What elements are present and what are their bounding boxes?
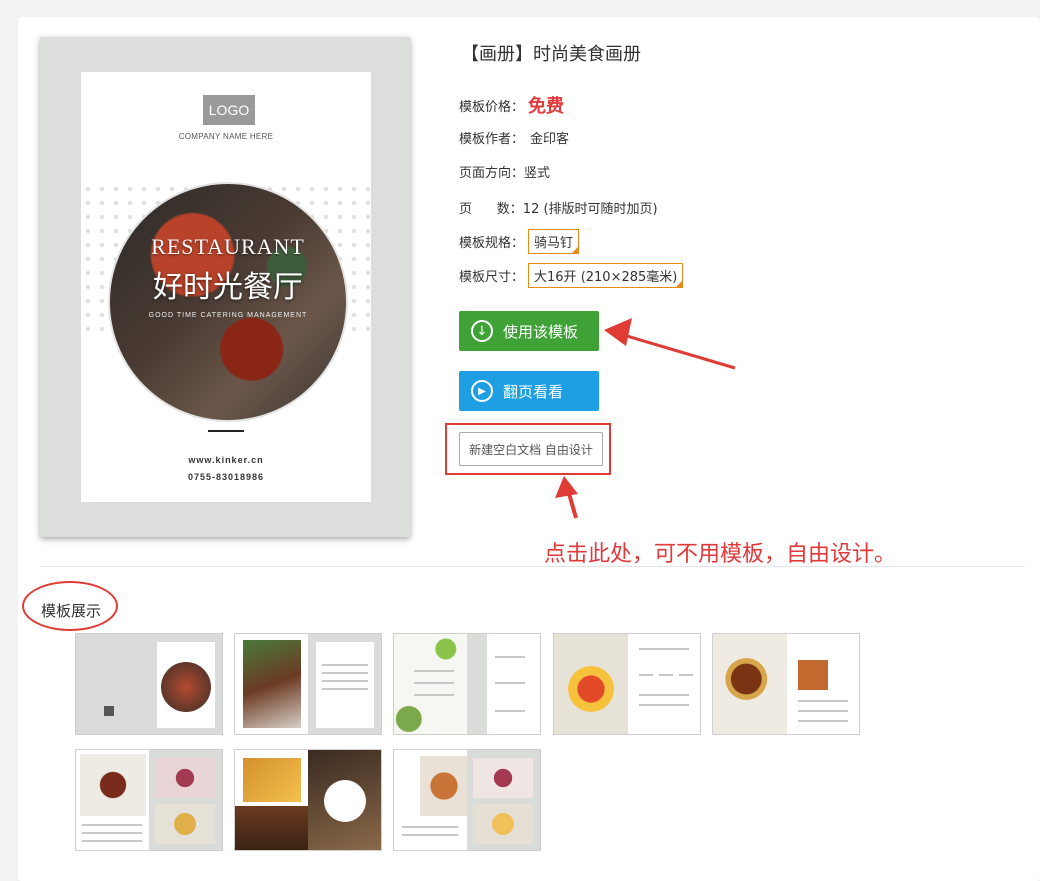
thumbnail-page-5[interactable] [712, 633, 860, 735]
cover-logo: LOGO [203, 95, 255, 125]
thumbnail-page-7[interactable] [234, 749, 382, 851]
thumbnail-page-1[interactable] [75, 633, 223, 735]
use-template-label: 使用该模板 [503, 322, 579, 341]
pages-value: 12 (排版时可随时加页) [522, 202, 658, 217]
product-title: 【画册】时尚美食画册 [461, 44, 641, 65]
thumbnail-page-4[interactable] [553, 633, 701, 735]
download-icon: ↓ [471, 320, 493, 342]
annotation-note: 点击此处，可不用模板，自由设计。 [544, 542, 897, 567]
hero-title-cn: 好时光餐厅 [153, 270, 303, 305]
thumbnail-page-2[interactable] [234, 633, 382, 735]
size-row: 模板尺寸： 大16开 (210×285毫米) [459, 263, 684, 288]
hero-title-en: RESTAURANT [151, 234, 305, 259]
flip-view-label: 翻页看看 [503, 382, 564, 401]
cover-phone: 0755-83018986 [187, 472, 265, 482]
orientation-value: 竖式 [524, 166, 551, 181]
thumbnail-page-8[interactable] [393, 749, 541, 851]
cover-page: LOGO COMPANY NAME HERE RESTAURANT 好时光餐厅 … [81, 72, 371, 502]
author-value: 金印客 [530, 132, 570, 147]
price-label: 模板价格： [459, 99, 525, 115]
pages-row: 页 数： 12 (排版时可随时加页) [459, 198, 658, 217]
divider-line [208, 430, 244, 432]
section-title: 模板展示 [41, 602, 102, 620]
thumbnail-page-6[interactable] [75, 749, 223, 851]
size-option[interactable]: 大16开 (210×285毫米) [528, 263, 684, 288]
cover-website: www.kinker.cn [188, 455, 264, 465]
author-label: 模板作者： [459, 132, 525, 147]
author-row: 模板作者： 金印客 [459, 128, 569, 147]
cover-preview[interactable]: LOGO COMPANY NAME HERE RESTAURANT 好时光餐厅 … [40, 37, 410, 537]
flip-view-button[interactable]: ▶ 翻页看看 [459, 371, 599, 411]
blank-document-button[interactable]: 新建空白文档 自由设计 [459, 432, 603, 466]
thumbnail-page-3[interactable] [393, 633, 541, 735]
price-value: 免费 [528, 96, 565, 117]
size-label: 模板尺寸： [459, 270, 525, 285]
pages-label: 页 数： [459, 202, 523, 217]
spec-label: 模板规格： [459, 236, 525, 251]
use-template-button[interactable]: ↓ 使用该模板 [459, 311, 599, 351]
play-icon: ▶ [471, 380, 493, 402]
cover-company: COMPANY NAME HERE [178, 132, 274, 141]
orientation-label: 页面方向： [459, 166, 525, 181]
price-row: 模板价格： 免费 [459, 92, 564, 118]
orientation-row: 页面方向： 竖式 [459, 162, 550, 181]
spec-row: 模板规格： 骑马钉 [459, 229, 580, 254]
hero-food-image: RESTAURANT 好时光餐厅 GOOD TIME CATERING MANA… [108, 182, 348, 422]
section-divider [40, 566, 1025, 567]
hero-subtitle: GOOD TIME CATERING MANAGEMENT [148, 312, 308, 319]
spec-option[interactable]: 骑马钉 [528, 229, 580, 254]
